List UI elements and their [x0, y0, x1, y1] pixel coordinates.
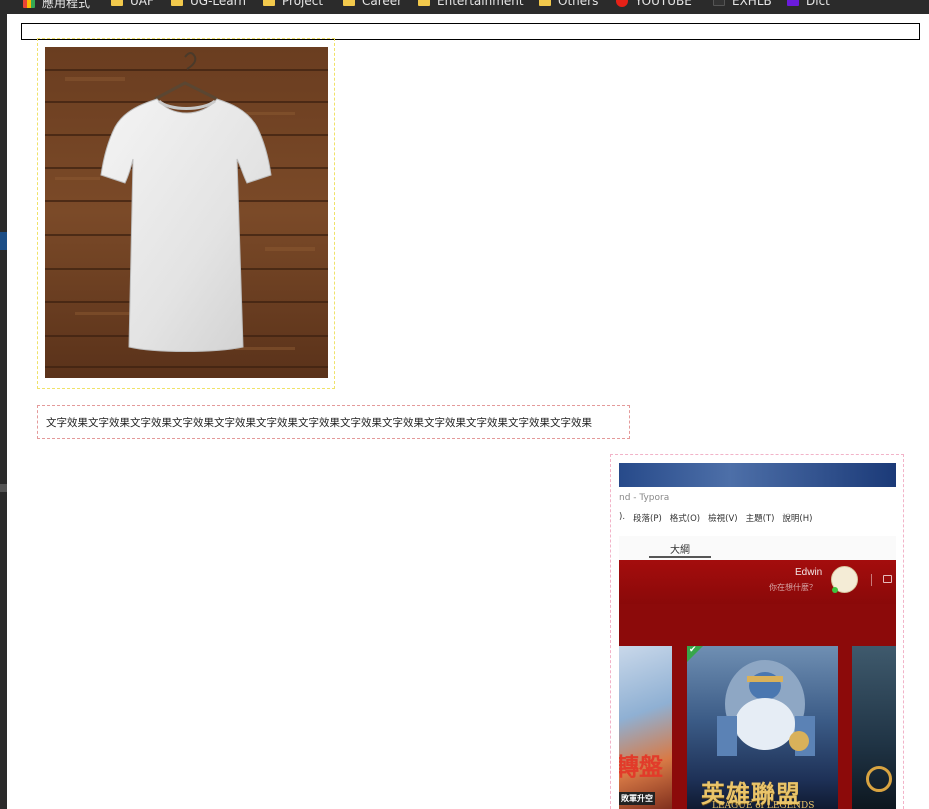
menu-item-paragraph: 段落(P) — [633, 514, 662, 524]
typora-menubar: ). 段落(P) 格式(O) 檢視(V) 主題(T) 說明(H) — [619, 512, 896, 526]
desktop-titlebar-strip — [619, 463, 896, 487]
extension-icon — [713, 0, 725, 6]
outline-tab: 大綱 — [649, 536, 711, 558]
bookmark-apps[interactable]: 應用程式 — [23, 0, 90, 11]
promo-caption: 敗軍升空 — [619, 792, 655, 805]
tshirt-on-wood-illustration — [45, 47, 328, 378]
header-divider — [871, 574, 872, 586]
bookmark-label: Career — [362, 0, 403, 8]
menu-item-theme: 主題(T) — [745, 514, 775, 524]
folder-icon — [111, 0, 123, 6]
lol-game-tile: ✔ 英雄聯盟 LEAGUE of LEGENDS — [687, 646, 838, 809]
lol-subtitle: LEAGUE of LEGENDS — [712, 801, 815, 809]
menu-item-partial: ). — [619, 512, 626, 522]
window-icon — [883, 575, 892, 583]
folder-icon — [263, 0, 275, 6]
youtube-icon — [616, 0, 628, 7]
lol-client-window: Edwin 你在想什麼？ 轉盤 敗軍升空 ✔ 英雄聯盟 LEAGUE of LE… — [619, 560, 896, 809]
screenshot-image: nd - Typora ). 段落(P) 格式(O) 檢視(V) 主題(T) 說… — [619, 463, 896, 809]
bookmark-career[interactable]: Career — [343, 0, 402, 8]
apps-grid-icon — [23, 0, 35, 8]
promo-title: 轉盤 — [619, 752, 663, 781]
game-logo-icon — [866, 766, 892, 792]
bookmarks-bar: 應用程式 UAF UG-Learn Project Career Enterta… — [0, 0, 929, 14]
text-effect-box: 文字效果文字效果文字效果文字效果文字效果文字效果文字效果文字效果文字效果文字效果… — [37, 405, 630, 439]
left-window-edge — [0, 14, 7, 809]
game-tile-right — [852, 646, 896, 809]
lol-client-header: Edwin 你在想什麼？ — [619, 560, 896, 604]
tshirt-image — [45, 47, 328, 378]
bookmark-youtube[interactable]: YOUTUBE — [616, 0, 692, 8]
bookmark-label: Others — [558, 0, 599, 8]
bookmark-others[interactable]: Others — [539, 0, 598, 8]
folder-icon — [418, 0, 430, 6]
folder-icon — [343, 0, 355, 6]
bookmark-dict[interactable]: Dict — [787, 0, 830, 8]
bookmark-label: Dict — [806, 0, 830, 8]
bookmark-label: EXHLB — [732, 0, 772, 8]
text-effect-content: 文字效果文字效果文字效果文字效果文字效果文字效果文字效果文字效果文字效果文字效果… — [46, 417, 592, 429]
bookmark-exhlb[interactable]: EXHLB — [713, 0, 772, 8]
champion-artwork — [717, 660, 815, 756]
username-label: Edwin — [795, 567, 823, 578]
screenshot-card: nd - Typora ). 段落(P) 格式(O) 檢視(V) 主題(T) 說… — [610, 454, 904, 809]
bookmark-label: UG-Learn — [190, 0, 246, 8]
bookmark-uaf[interactable]: UAF — [111, 0, 154, 8]
bookmark-label: Entertainment — [437, 0, 524, 8]
menu-item-help: 說明(H) — [782, 514, 813, 524]
folder-icon — [171, 0, 183, 6]
typora-window-title: nd - Typora — [619, 493, 670, 503]
edge-highlight — [0, 232, 7, 250]
online-status-dot — [832, 587, 838, 593]
bookmark-label: Project — [282, 0, 324, 8]
edge-scroll-mark — [0, 484, 7, 492]
bookmark-label: YOUTUBE — [635, 0, 692, 8]
promo-tile: 轉盤 敗軍升空 — [619, 646, 672, 809]
dictionary-icon — [787, 0, 799, 6]
bookmark-project[interactable]: Project — [263, 0, 323, 8]
bookmark-label: 應用程式 — [42, 0, 91, 10]
menu-item-format: 格式(O) — [669, 514, 701, 524]
status-prompt: 你在想什麼？ — [769, 583, 817, 592]
menu-item-view: 檢視(V) — [708, 514, 738, 524]
bookmark-label: UAF — [130, 0, 154, 8]
bookmark-entertainment[interactable]: Entertainment — [418, 0, 524, 8]
bookmark-ug-learn[interactable]: UG-Learn — [171, 0, 246, 8]
folder-icon — [539, 0, 551, 6]
tshirt-card — [37, 38, 335, 389]
